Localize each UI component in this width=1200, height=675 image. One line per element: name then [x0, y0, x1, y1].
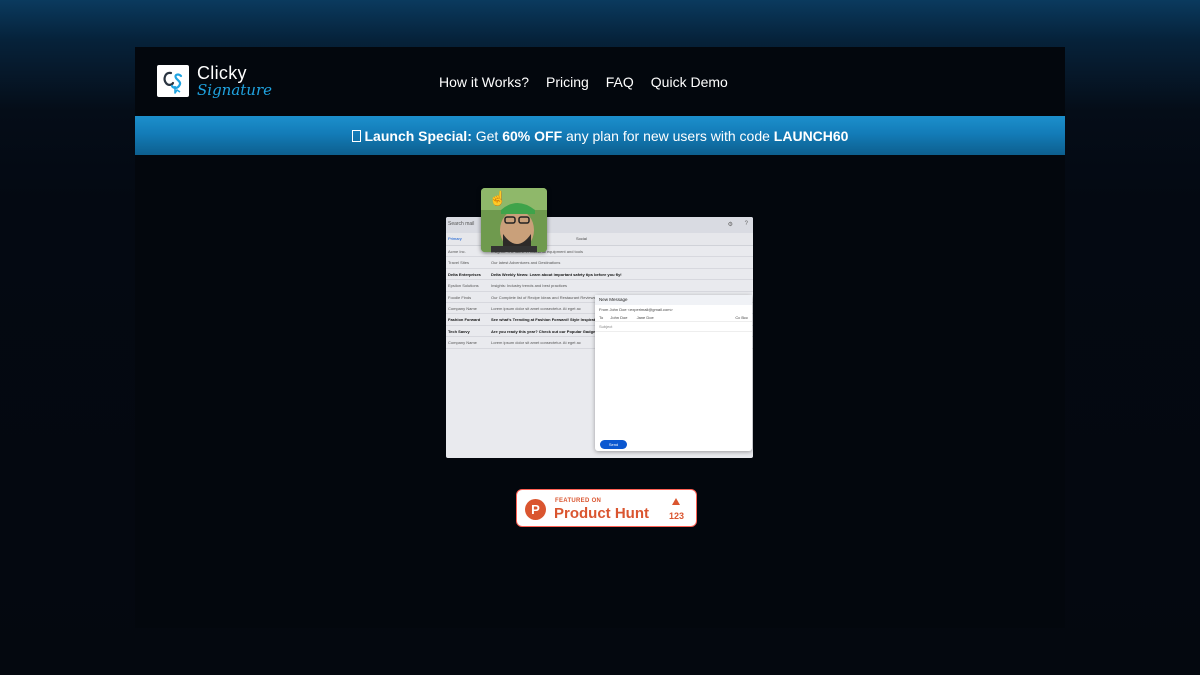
compose-to-row: To John Doe Jane Doe Cc Bcc	[595, 314, 752, 322]
launch-banner: Launch Special: Get 60% OFF any plan for…	[135, 116, 1065, 155]
banner-text-2: any plan for new users with code	[562, 127, 774, 144]
compose-send-button: Send	[600, 440, 627, 449]
inbox-sender: Foodie Finds	[448, 294, 472, 300]
recipient-chip: Jane Doe	[636, 315, 654, 320]
mock-tab-social: Social	[576, 236, 587, 241]
inbox-sender: Epsilon Solutions	[448, 283, 479, 289]
inbox-subject: Our latest Adventures and Destinations	[491, 260, 561, 266]
signature-logo-icon	[157, 65, 189, 97]
main-nav: How it Works? Pricing FAQ Quick Demo	[439, 74, 728, 90]
brand-word-signature: Signature	[197, 81, 273, 99]
ph-name: Product Hunt	[554, 505, 649, 522]
inbox-subject: Our Complete list of Recipe Ideas and Re…	[491, 294, 596, 300]
inbox-subject: Delta Weekly News: Learn about important…	[491, 271, 622, 277]
inbox-subject: Lorem ipsum dolor sit amet consectetur. …	[491, 340, 581, 346]
nav-faq[interactable]: FAQ	[606, 74, 634, 90]
email-demo-screenshot: Search mail ⚙ ? Primary Promotions Socia…	[446, 217, 753, 458]
banner-text-1: Get	[471, 127, 503, 144]
inbox-sender: Tech Savvy	[448, 328, 470, 334]
inbox-row: Travel Sites Our latest Adventures and De…	[446, 257, 753, 269]
page-container: Clicky Signature How it Works? Pricing F…	[135, 47, 1065, 628]
inbox-row: Epsilon Solutions Insights: Industry tren…	[446, 280, 753, 292]
nav-how-it-works[interactable]: How it Works?	[439, 74, 529, 90]
inbox-sender: Company Name	[448, 340, 477, 346]
ph-vote-count: 123	[669, 511, 685, 521]
inbox-sender: Delta Enterprises	[448, 271, 481, 277]
upvote-arrow-icon	[672, 498, 680, 505]
inbox-subject: Lorem ipsum dolor sit amet consectetur. …	[491, 305, 581, 311]
recipient-chip: John Doe	[610, 315, 628, 320]
mock-settings-icon: ⚙	[727, 222, 733, 228]
compose-subject: Subject	[595, 322, 752, 332]
emoji-placeholder-icon	[351, 129, 361, 142]
mock-help-icon: ?	[744, 221, 748, 227]
mock-tab-primary: Primary	[448, 236, 462, 241]
inbox-row: Delta Enterprises Delta Weekly News: Lear…	[446, 269, 753, 281]
product-hunt-badge[interactable]: P FEATURED ON Product Hunt 123	[516, 489, 697, 527]
compose-to-label: To	[599, 315, 604, 320]
inbox-sender: Company Name	[448, 305, 477, 311]
inbox-sender: Travel Sites	[448, 260, 469, 266]
compose-title: New Message	[595, 295, 752, 305]
banner-code: LAUNCH60	[773, 127, 849, 144]
nav-pricing[interactable]: Pricing	[546, 74, 589, 90]
banner-discount: 60% OFF	[502, 127, 563, 144]
user-avatar: ☝	[481, 188, 547, 252]
banner-lead: Launch Special:	[364, 127, 472, 144]
product-hunt-logo-icon: P	[525, 499, 546, 520]
site-header: Clicky Signature How it Works? Pricing F…	[135, 47, 1065, 116]
inbox-sender: Fashion Forward	[448, 317, 481, 323]
brand-word-clicky: Clicky	[197, 63, 247, 83]
compose-window: New Message From John Doe <experimail@gm…	[595, 295, 752, 451]
compose-cc: Cc Bcc	[735, 315, 748, 320]
inbox-subject: See what's Trending at Fashion Forward! …	[491, 317, 602, 323]
brand-logo[interactable]: Clicky Signature	[157, 64, 272, 98]
inbox-subject: Are you ready this year? Check out our P…	[491, 328, 599, 334]
inbox-subject: Insights: Industry trends and best pract…	[491, 283, 568, 289]
brand-name: Clicky Signature	[197, 64, 272, 98]
mock-search-text: Search mail	[448, 221, 475, 227]
ph-featured-label: FEATURED ON	[555, 498, 602, 504]
nav-quick-demo[interactable]: Quick Demo	[651, 74, 728, 90]
compose-from: From John Doe <experimail@gmail.com>	[599, 307, 673, 312]
cursor-hand-icon: ☝	[489, 190, 507, 206]
